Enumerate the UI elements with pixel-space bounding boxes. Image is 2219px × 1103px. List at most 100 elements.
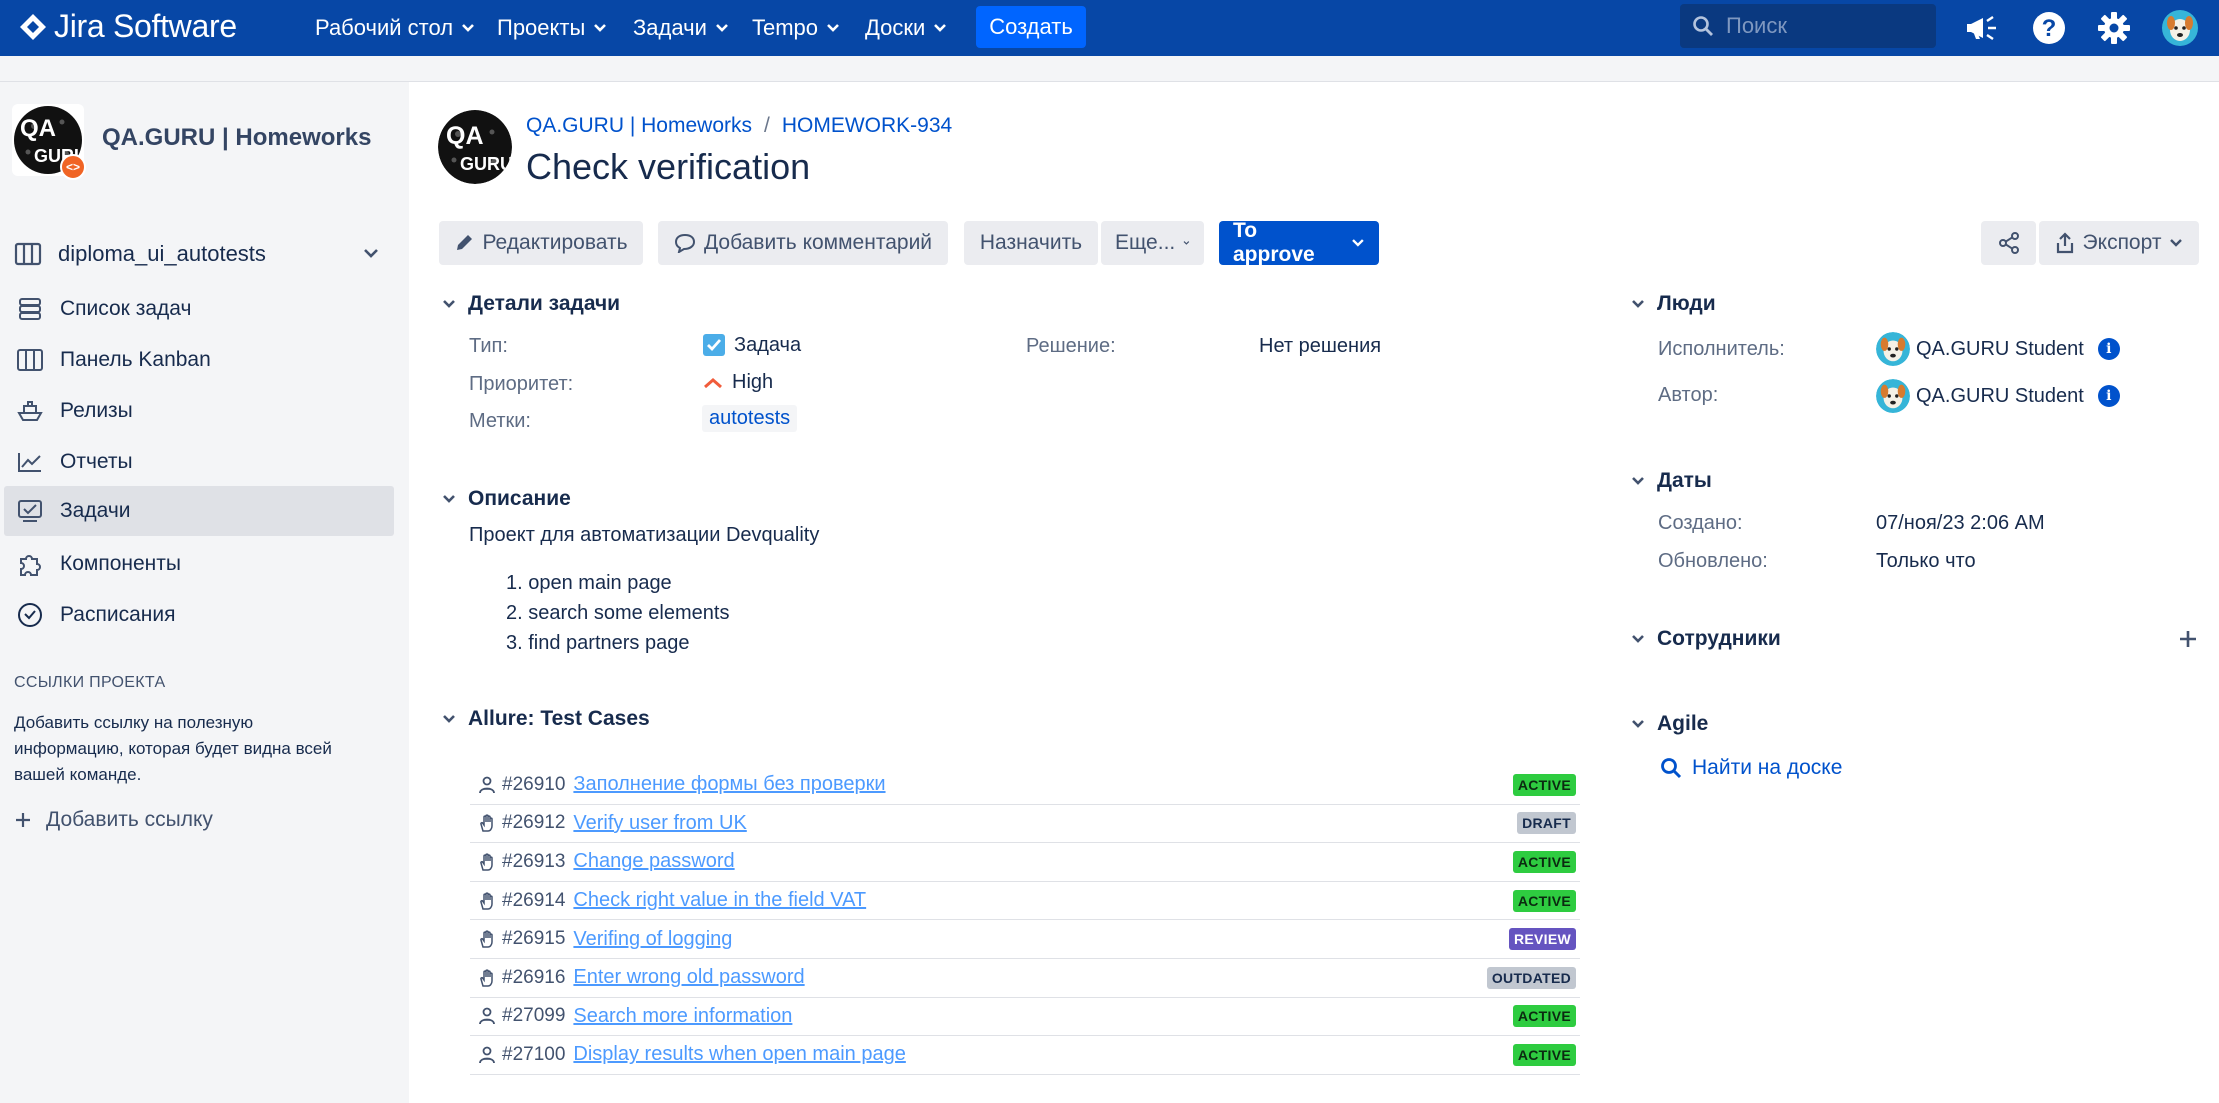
chevron-down-icon [594, 24, 607, 32]
user-avatar[interactable] [2160, 8, 2200, 48]
megaphone-icon[interactable] [1962, 8, 2002, 48]
details-section-toggle[interactable]: Детали задачи [440, 292, 620, 316]
allure-section-toggle[interactable]: Allure: Test Cases [440, 707, 650, 731]
sidebar-item-kanban[interactable]: Панель Kanban [4, 335, 394, 385]
sidebar-item-label: Панель Kanban [60, 348, 211, 371]
find-on-board-link[interactable]: Найти на доске [1660, 756, 1842, 780]
export-label: Экспорт [2082, 231, 2162, 254]
test-case-link[interactable]: Display results when open main page [573, 1043, 905, 1066]
test-case-id: #26912 [502, 812, 566, 834]
nav-boards[interactable]: Доски [865, 12, 947, 44]
description-step: 3. find partners page [506, 632, 690, 654]
test-case-id: #26915 [502, 928, 566, 950]
help-icon[interactable]: ? [2029, 8, 2069, 48]
manual-test-icon [476, 812, 498, 834]
description-section-toggle[interactable]: Описание [440, 487, 571, 511]
issues-icon [16, 497, 44, 525]
test-case-id: #26914 [502, 889, 566, 911]
priority-value: High [702, 371, 773, 394]
add-link-button[interactable]: Добавить ссылку [14, 808, 213, 832]
status-badge: OUTDATED [1486, 966, 1576, 989]
search-box[interactable] [1680, 4, 1936, 48]
assignee-value[interactable]: QA.GURU Student i [1876, 332, 2120, 366]
test-case-link[interactable]: Enter wrong old password [573, 966, 804, 989]
created-label: Создано: [1658, 512, 1743, 534]
top-navigation: Jira Software Рабочий стол Проекты Задач… [0, 0, 2219, 56]
info-icon[interactable]: i [2097, 338, 2120, 360]
breadcrumb-issue-key[interactable]: HOMEWORK-934 [782, 114, 952, 138]
board-selector[interactable]: diploma_ui_autotests [14, 232, 390, 276]
status-transition-button[interactable]: To approve [1219, 219, 1379, 266]
nav-tempo[interactable]: Tempo [752, 12, 840, 44]
issue-title[interactable]: Check verification [526, 146, 810, 188]
project-avatar-large[interactable]: QA GURU [438, 110, 512, 184]
dates-section-toggle[interactable]: Даты [1629, 469, 1712, 493]
chevron-down-icon [462, 24, 475, 32]
edit-label: Редактировать [482, 231, 628, 254]
sidebar-item-backlog[interactable]: Список задач [4, 284, 394, 334]
staff-section-toggle[interactable]: Сотрудники [1629, 627, 1781, 651]
resolution-value: Нет решения [1259, 335, 1382, 357]
agile-heading: Agile [1657, 712, 1709, 735]
test-case-id: #26913 [502, 850, 566, 872]
agile-section-toggle[interactable]: Agile [1629, 712, 1708, 736]
reporter-name: QA.GURU Student [1916, 384, 2084, 407]
nav-projects[interactable]: Проекты [497, 12, 607, 44]
label-chip[interactable]: autotests [702, 405, 798, 432]
test-case-id: #27100 [502, 1043, 566, 1065]
assign-button[interactable]: Назначить [964, 221, 1098, 265]
reporter-value[interactable]: QA.GURU Student i [1876, 379, 2120, 413]
app-name: Jira Software [54, 8, 237, 44]
test-case-link[interactable]: Search more information [573, 1005, 792, 1028]
create-button[interactable]: Создать [976, 6, 1086, 48]
settings-icon[interactable] [2094, 8, 2134, 48]
jira-logo[interactable]: Jira Software [18, 8, 237, 45]
people-section-toggle[interactable]: Люди [1629, 292, 1716, 316]
add-comment-button[interactable]: Добавить комментарий [658, 221, 948, 265]
search-icon [1661, 758, 1682, 779]
test-case-row: #27099 Search more information ACTIVE [470, 998, 1580, 1037]
add-link-label: Добавить ссылку [46, 808, 213, 831]
chevron-down-icon [1632, 477, 1644, 485]
sidebar-item-schedules[interactable]: Расписания [4, 590, 394, 640]
description-text[interactable]: Проект для автоматизации Devquality [469, 524, 819, 547]
share-button[interactable] [1981, 221, 2036, 265]
nav-projects-label: Проекты [497, 15, 586, 40]
sidebar-item-components[interactable]: Компоненты [4, 539, 394, 589]
jira-logo-icon [20, 13, 46, 40]
test-case-link[interactable]: Check right value in the field VAT [573, 889, 866, 912]
project-name[interactable]: QA.GURU | Homeworks [102, 124, 371, 152]
edit-button[interactable]: Редактировать [439, 221, 643, 265]
sidebar-item-label: Задачи [60, 499, 131, 522]
people-heading: Люди [1657, 292, 1716, 315]
chevron-down-icon [1632, 635, 1644, 643]
chevron-down-icon [934, 24, 947, 32]
type-value: Задача [702, 333, 801, 357]
project-links-help: Добавить ссылку на полезную информацию, … [14, 713, 332, 784]
test-case-link[interactable]: Verifing of logging [573, 928, 732, 951]
board-icon [16, 346, 44, 374]
updated-value: Только что [1876, 550, 1976, 572]
breadcrumb-project[interactable]: QA.GURU | Homeworks [526, 114, 752, 138]
plus-icon[interactable] [2178, 629, 2198, 649]
search-input[interactable] [1726, 13, 1916, 39]
info-icon[interactable]: i [2097, 385, 2120, 407]
task-type-icon [703, 334, 725, 356]
test-case-link[interactable]: Change password [573, 850, 734, 873]
chevron-down-icon [2170, 239, 2183, 247]
allure-heading: Allure: Test Cases [468, 707, 650, 730]
share-icon [1998, 232, 2019, 254]
sidebar-item-releases[interactable]: Релизы [4, 386, 394, 436]
nav-issues[interactable]: Задачи [633, 12, 729, 44]
sidebar-item-reports[interactable]: Отчеты [4, 437, 394, 487]
test-case-row: #26916 Enter wrong old password OUTDATED [470, 959, 1580, 998]
nav-dashboards[interactable]: Рабочий стол [315, 12, 475, 44]
test-case-link[interactable]: Заполнение формы без проверки [573, 773, 885, 796]
sidebar-item-issues[interactable]: Задачи [4, 486, 394, 536]
export-button[interactable]: Экспорт [2039, 221, 2199, 265]
status-badge: DRAFT [1517, 812, 1576, 835]
export-icon [2056, 232, 2073, 254]
more-button[interactable]: Еще... [1101, 221, 1204, 265]
test-case-link[interactable]: Verify user from UK [573, 812, 746, 835]
user-avatar [1876, 332, 1910, 366]
